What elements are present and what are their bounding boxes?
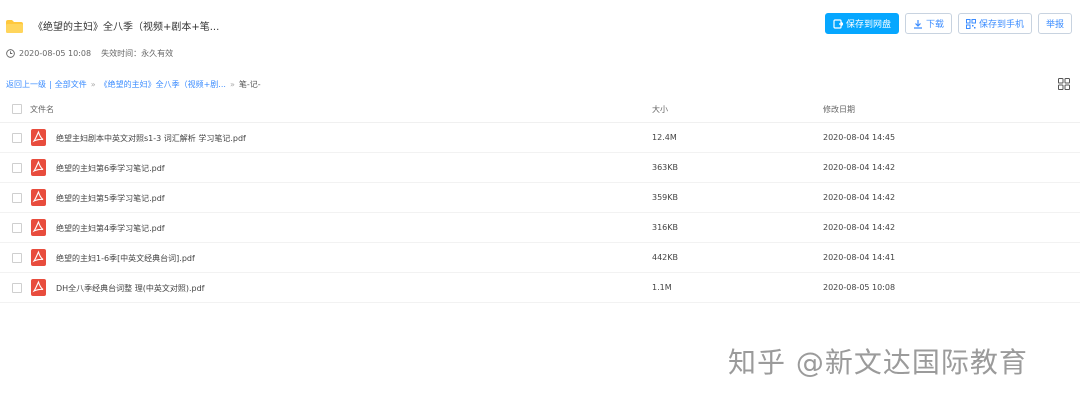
file-date: 2020-08-04 14:42 — [823, 223, 896, 232]
pdf-icon — [31, 189, 46, 206]
breadcrumb-separator: » — [229, 80, 235, 89]
report-button[interactable]: 举报 — [1037, 13, 1072, 34]
file-name[interactable]: 绝望的主妇1-6季[中英文经典台词].pdf — [56, 253, 195, 264]
download-label: 下载 — [925, 20, 944, 30]
table-row[interactable]: 绝望的主妇第6季学习笔记.pdf 363KB 2020-08-04 14:42 — [0, 153, 1080, 183]
file-size: 363KB — [652, 163, 679, 172]
share-header: 《绝望的主妇》全八季（视频+剧本+笔... 2020-08-05 10:08 失… — [0, 0, 1080, 70]
pdf-icon — [31, 249, 46, 266]
file-size: 359KB — [652, 193, 679, 202]
table-row[interactable]: DH全八季经典台词整 理(中英文对照).pdf 1.1M 2020-08-05 … — [0, 273, 1080, 303]
expire-label: 失效时间： — [101, 49, 142, 58]
file-size: 442KB — [652, 253, 679, 262]
file-name[interactable]: 绝望的主妇第6季学习笔记.pdf — [56, 163, 165, 174]
select-all-checkbox[interactable] — [12, 104, 22, 114]
file-name[interactable]: DH全八季经典台词整 理(中英文对照).pdf — [56, 283, 204, 294]
qrcode-icon — [965, 18, 976, 29]
file-date: 2020-08-04 14:45 — [823, 133, 896, 142]
breadcrumb-separator: » — [90, 80, 96, 89]
file-name[interactable]: 绝望的主妇第4季学习笔记.pdf — [56, 223, 165, 234]
breadcrumb-folder-link[interactable]: 《绝望的主妇》全八季（视频+剧... — [100, 79, 226, 90]
pdf-icon — [31, 279, 46, 296]
pdf-icon — [31, 219, 46, 236]
report-label: 举报 — [1045, 20, 1064, 30]
save-to-phone-label: 保存到手机 — [978, 20, 1024, 30]
expire-value: 永久有效 — [141, 49, 174, 58]
file-date: 2020-08-05 10:08 — [823, 283, 896, 292]
file-date: 2020-08-04 14:42 — [823, 163, 896, 172]
folder-icon — [6, 20, 23, 33]
save-to-disk-button[interactable]: 保存到网盘 — [824, 13, 899, 34]
file-table: 文件名 大小 修改日期 绝望主妇剧本中英文对照s1-3 词汇解析 学习笔记.pd… — [0, 96, 1080, 303]
pdf-icon — [31, 159, 46, 176]
file-name[interactable]: 绝望主妇剧本中英文对照s1-3 词汇解析 学习笔记.pdf — [56, 133, 246, 144]
action-bar: 保存到网盘 下载 保存到手机 举报 — [824, 13, 1072, 34]
header-date[interactable]: 修改日期 — [823, 104, 855, 115]
grid-view-icon[interactable] — [1058, 78, 1070, 90]
share-title: 《绝望的主妇》全八季（视频+剧本+笔... — [33, 22, 220, 33]
row-checkbox[interactable] — [12, 133, 22, 143]
row-checkbox[interactable] — [12, 223, 22, 233]
download-icon — [913, 19, 922, 29]
header-size[interactable]: 大小 — [652, 104, 668, 115]
watermark: 知乎 @新文达国际教育 — [728, 346, 1028, 379]
table-row[interactable]: 绝望的主妇第4季学习笔记.pdf 316KB 2020-08-04 14:42 — [0, 213, 1080, 243]
row-checkbox[interactable] — [12, 193, 22, 203]
row-checkbox[interactable] — [12, 283, 22, 293]
file-name[interactable]: 绝望的主妇第5季学习笔记.pdf — [56, 193, 165, 204]
row-checkbox[interactable] — [12, 253, 22, 263]
breadcrumb-current: 笔-记- — [238, 80, 261, 89]
download-button[interactable]: 下载 — [904, 13, 952, 34]
save-icon — [833, 18, 843, 29]
table-header: 文件名 大小 修改日期 — [0, 96, 1080, 123]
file-size: 316KB — [652, 223, 679, 232]
row-checkbox[interactable] — [12, 163, 22, 173]
table-row[interactable]: 绝望的主妇第5季学习笔记.pdf 359KB 2020-08-04 14:42 — [0, 183, 1080, 213]
table-row[interactable]: 绝望主妇剧本中英文对照s1-3 词汇解析 学习笔记.pdf 12.4M 2020… — [0, 123, 1080, 153]
pdf-icon — [31, 129, 46, 146]
breadcrumb: 返回上一级 | 全部文件 » 《绝望的主妇》全八季（视频+剧... » 笔-记- — [6, 79, 261, 90]
table-row[interactable]: 绝望的主妇1-6季[中英文经典台词].pdf 442KB 2020-08-04 … — [0, 243, 1080, 273]
file-size: 1.1M — [652, 283, 672, 292]
save-to-disk-label: 保存到网盘 — [845, 20, 891, 30]
clock-icon — [6, 49, 15, 58]
file-date: 2020-08-04 14:42 — [823, 193, 896, 202]
file-date: 2020-08-04 14:41 — [823, 253, 896, 262]
created-time: 2020-08-05 10:08 — [19, 49, 92, 58]
header-name[interactable]: 文件名 — [30, 104, 54, 115]
breadcrumb-back-link[interactable]: 返回上一级 — [6, 79, 46, 90]
save-to-phone-button[interactable]: 保存到手机 — [957, 13, 1032, 34]
breadcrumb-all-files-link[interactable]: 全部文件 — [55, 79, 87, 90]
file-size: 12.4M — [652, 133, 677, 142]
breadcrumb-divider: | — [49, 80, 52, 89]
share-meta: 2020-08-05 10:08 失效时间： 永久有效 — [6, 48, 173, 59]
